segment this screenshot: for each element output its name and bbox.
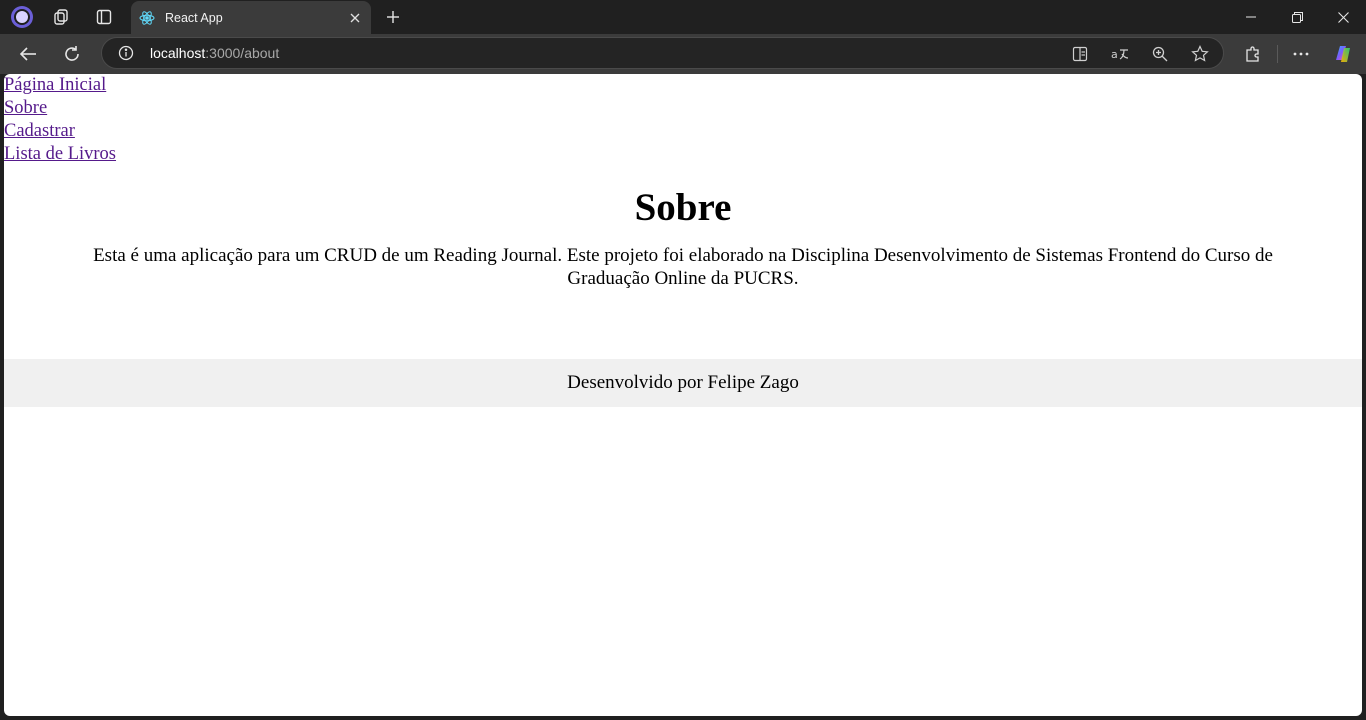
address-bar[interactable]: localhost:3000/about a (101, 37, 1224, 69)
page-footer: Desenvolvido por Felipe Zago (4, 359, 1362, 407)
split-screen-icon[interactable] (1069, 43, 1091, 65)
workspaces-icon[interactable] (48, 4, 76, 30)
react-icon (139, 10, 155, 26)
page-title: Sobre (634, 186, 732, 229)
page-viewport: Página Inicial Sobre Cadastrar Lista de … (4, 74, 1362, 716)
svg-text:a: a (1111, 48, 1118, 61)
zoom-icon[interactable] (1149, 43, 1171, 65)
plus-icon[interactable] (380, 4, 406, 30)
refresh-icon[interactable] (57, 39, 87, 69)
nav-link-about[interactable]: Sobre (4, 97, 47, 120)
url-text: localhost:3000/about (150, 45, 279, 62)
nav-link-home[interactable]: Página Inicial (4, 74, 106, 97)
back-arrow-icon[interactable] (13, 39, 43, 69)
page-description: Esta é uma aplicação para um CRUD de um … (93, 245, 1273, 289)
window-close-icon[interactable] (1320, 0, 1366, 34)
profile-icon[interactable] (8, 4, 36, 30)
active-tab[interactable]: React App (131, 1, 371, 34)
url-path: :3000/about (205, 45, 280, 61)
url-host: localhost (150, 45, 206, 61)
copilot-icon[interactable] (1328, 39, 1358, 69)
main-nav: Página Inicial Sobre Cadastrar Lista de … (4, 74, 1362, 166)
puzzle-icon[interactable] (1238, 39, 1268, 69)
info-icon[interactable] (118, 45, 134, 61)
nav-link-register[interactable]: Cadastrar (4, 120, 75, 143)
toolbar-divider (1277, 45, 1278, 63)
translate-icon[interactable]: a (1109, 43, 1131, 65)
restore-icon[interactable] (1274, 0, 1320, 34)
more-icon[interactable] (1286, 39, 1316, 69)
minimize-icon[interactable] (1228, 0, 1274, 34)
tab-title: React App (165, 10, 223, 25)
browser-toolbar: localhost:3000/about a (0, 34, 1366, 74)
nav-link-book-list[interactable]: Lista de Livros (4, 143, 116, 166)
tab-actions-icon[interactable] (90, 4, 118, 30)
tab-strip: React App (0, 0, 1366, 34)
close-icon[interactable] (345, 8, 365, 28)
star-icon[interactable] (1189, 43, 1211, 65)
